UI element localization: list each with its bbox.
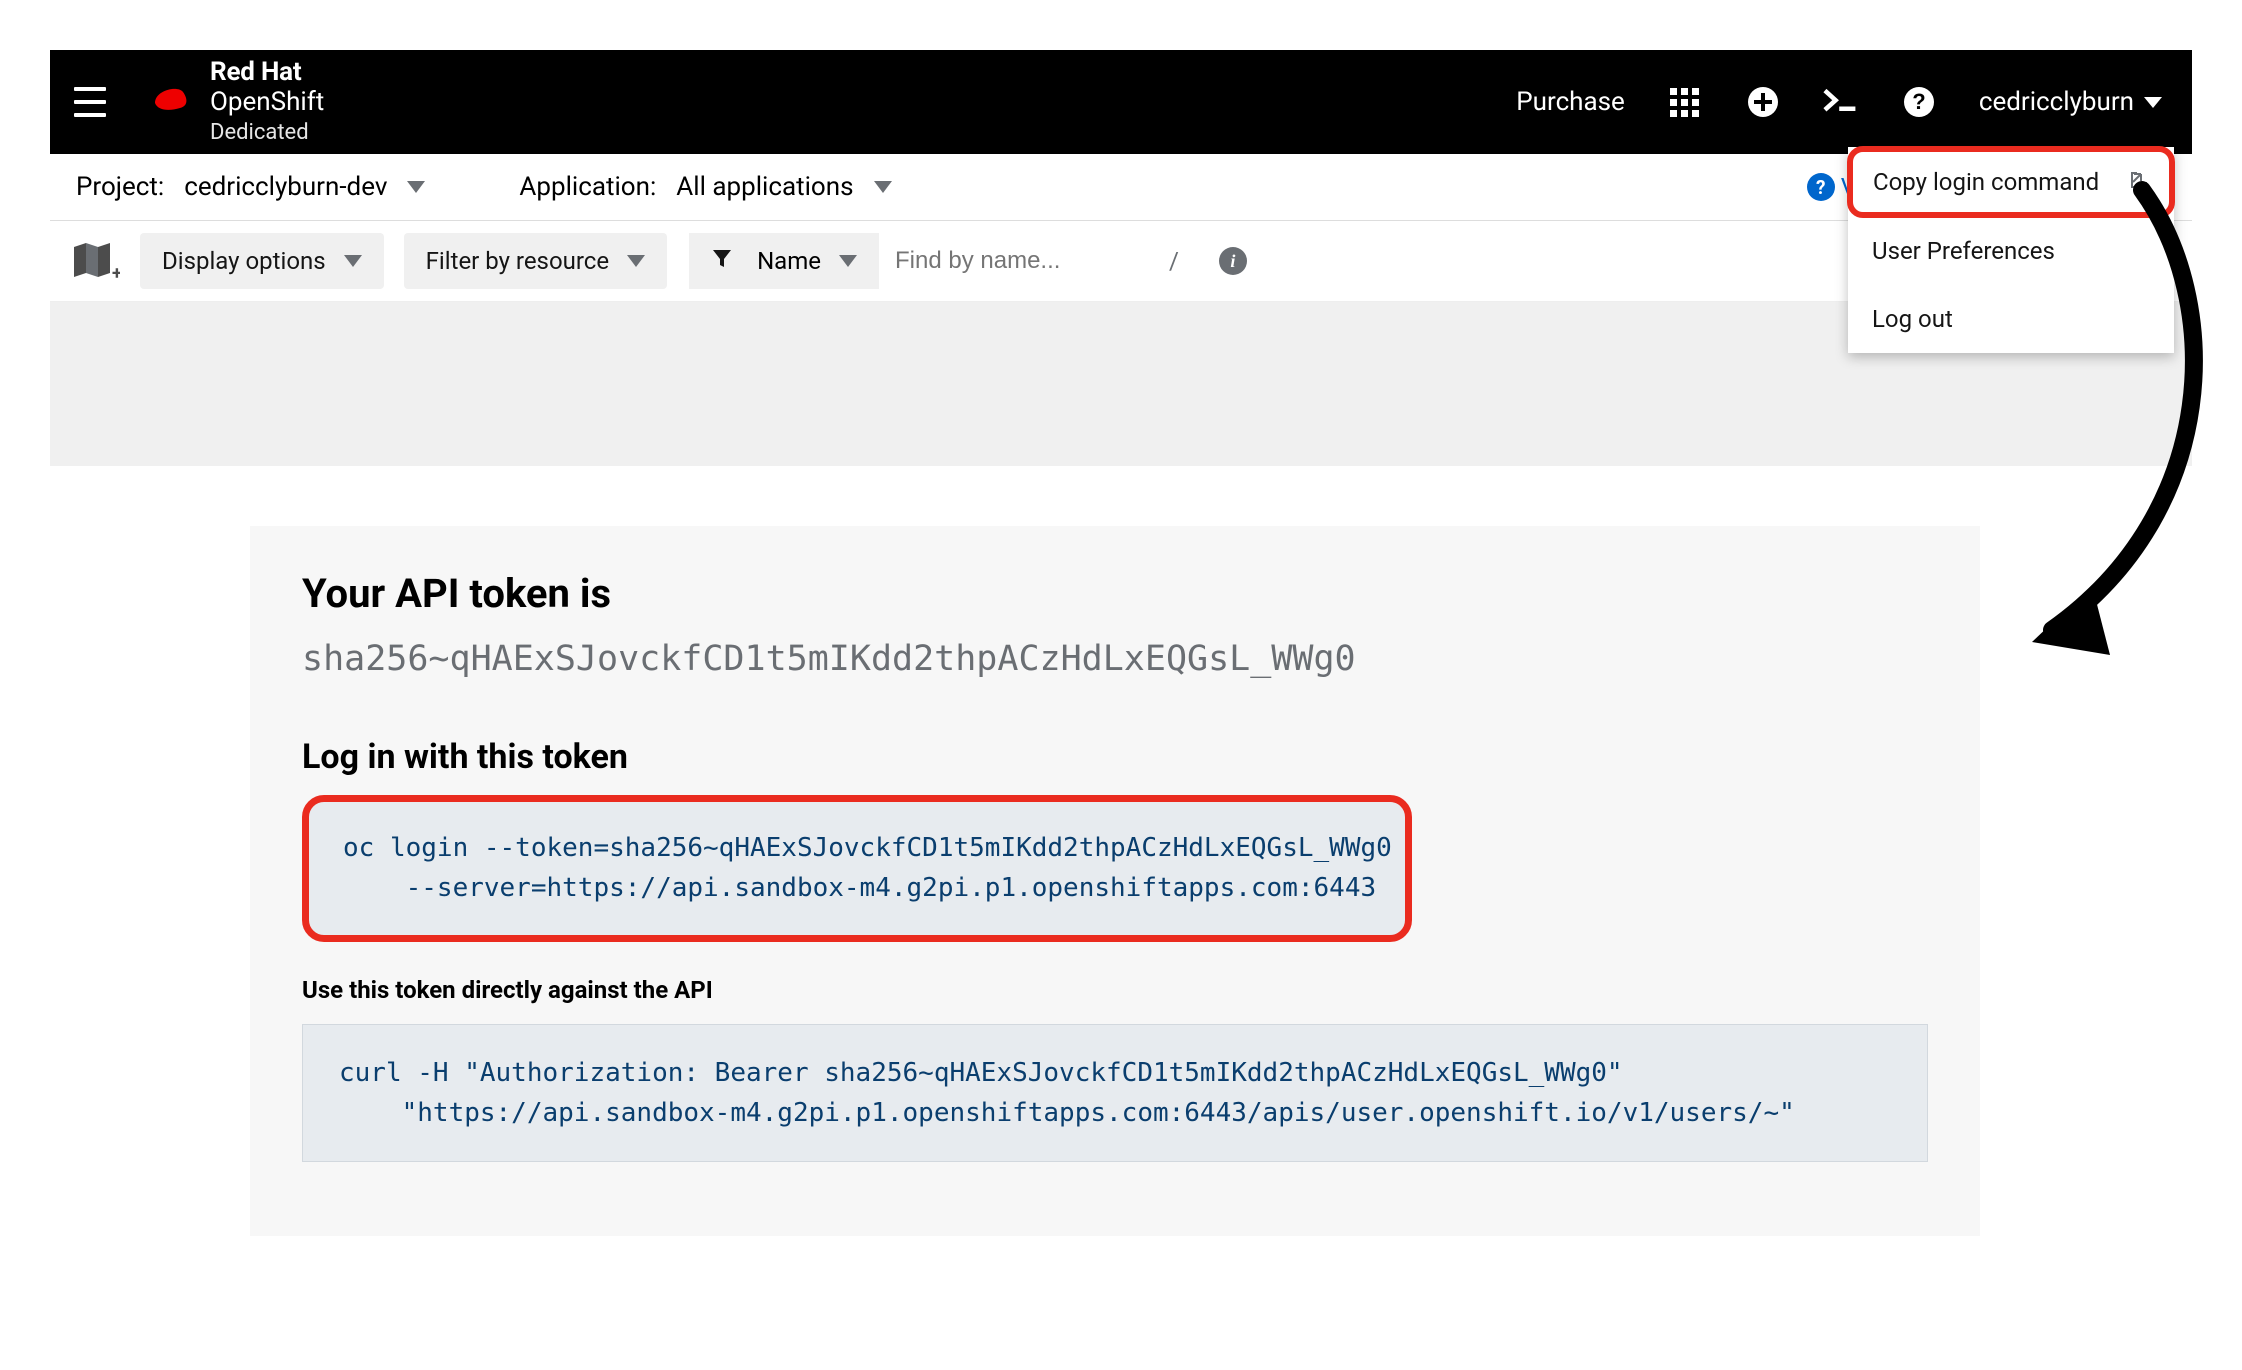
- brand[interactable]: Red Hat OpenShift Dedicated: [140, 58, 324, 145]
- caret-down-icon: [839, 255, 857, 267]
- brand-name-1: Red Hat: [210, 57, 301, 87]
- filter-resource-dropdown[interactable]: Filter by resource: [404, 233, 667, 289]
- login-heading: Log in with this token: [302, 737, 1928, 777]
- external-link-icon: [2129, 168, 2149, 196]
- oc-login-command-block[interactable]: oc login --token=sha256~qHAExSJovckfCD1t…: [302, 795, 1412, 942]
- topology-view-icon[interactable]: +: [72, 241, 120, 281]
- project-label: Project:: [76, 172, 164, 202]
- token-heading: Your API token is: [302, 570, 1928, 617]
- application-value: All applications: [676, 172, 853, 202]
- masthead: Red Hat OpenShift Dedicated Purchase: [50, 50, 2192, 154]
- menu-item-label: Copy login command: [1873, 168, 2099, 196]
- plus-icon[interactable]: [1745, 84, 1781, 120]
- menu-item-label: Log out: [1872, 305, 1953, 333]
- menu-item-label: User Preferences: [1872, 237, 2055, 265]
- user-dropdown-menu: Copy login command User Preferences Log …: [1848, 147, 2174, 353]
- caret-down-icon: [407, 181, 425, 193]
- caret-down-icon: [344, 255, 362, 267]
- brand-name-2: OpenShift: [210, 87, 324, 117]
- oc-login-command-text: oc login --token=sha256~qHAExSJovckfCD1t…: [343, 828, 1371, 909]
- application-selector[interactable]: Application: All applications: [519, 172, 915, 202]
- caret-down-icon: [874, 181, 892, 193]
- project-selector[interactable]: Project: cedricclyburn-dev: [76, 172, 449, 202]
- help-badge-icon: ?: [1807, 173, 1835, 201]
- help-icon[interactable]: ?: [1901, 84, 1937, 120]
- terminal-icon[interactable]: [1823, 84, 1859, 120]
- filter-resource-label: Filter by resource: [426, 247, 609, 275]
- info-icon[interactable]: i: [1219, 247, 1247, 275]
- purchase-link[interactable]: Purchase: [1516, 87, 1625, 117]
- search-group: Name /: [687, 233, 1189, 289]
- search-attribute-label: Name: [757, 247, 821, 275]
- curl-command-block[interactable]: curl -H "Authorization: Bearer sha256~qH…: [302, 1024, 1928, 1163]
- display-options-dropdown[interactable]: Display options: [140, 233, 384, 289]
- filter-icon: [711, 247, 733, 275]
- project-value: cedricclyburn-dev: [184, 172, 387, 202]
- search-attribute-dropdown[interactable]: Name: [689, 233, 879, 289]
- caret-down-icon: [627, 255, 645, 267]
- api-token-panel: Your API token is sha256~qHAExSJovckfCD1…: [250, 526, 1980, 1236]
- svg-text:+: +: [112, 263, 120, 281]
- masthead-actions: Purchase: [1516, 84, 2168, 120]
- app-launcher-icon[interactable]: [1667, 84, 1703, 120]
- search-separator: /: [1159, 247, 1189, 275]
- brand-text: Red Hat OpenShift Dedicated: [210, 58, 324, 145]
- application-label: Application:: [519, 172, 656, 202]
- api-subheading: Use this token directly against the API: [302, 976, 1928, 1004]
- display-options-label: Display options: [162, 247, 326, 275]
- username-label: cedricclyburn: [1979, 87, 2134, 117]
- token-value: sha256~qHAExSJovckfCD1t5mIKdd2thpACzHdLx…: [302, 639, 1928, 679]
- nav-toggle-button[interactable]: [66, 78, 114, 126]
- menu-item-copy-login[interactable]: Copy login command: [1847, 146, 2175, 218]
- svg-text:?: ?: [1912, 89, 1925, 114]
- curl-command-text: curl -H "Authorization: Bearer sha256~qH…: [339, 1053, 1891, 1134]
- menu-item-user-preferences[interactable]: User Preferences: [1848, 217, 2174, 285]
- caret-down-icon: [2144, 97, 2162, 108]
- search-input[interactable]: [879, 233, 1159, 289]
- menu-item-log-out[interactable]: Log out: [1848, 285, 2174, 353]
- brand-name-3: Dedicated: [210, 120, 324, 145]
- redhat-logo-icon: [140, 81, 196, 123]
- user-menu-toggle[interactable]: cedricclyburn Copy login command U: [1979, 87, 2168, 117]
